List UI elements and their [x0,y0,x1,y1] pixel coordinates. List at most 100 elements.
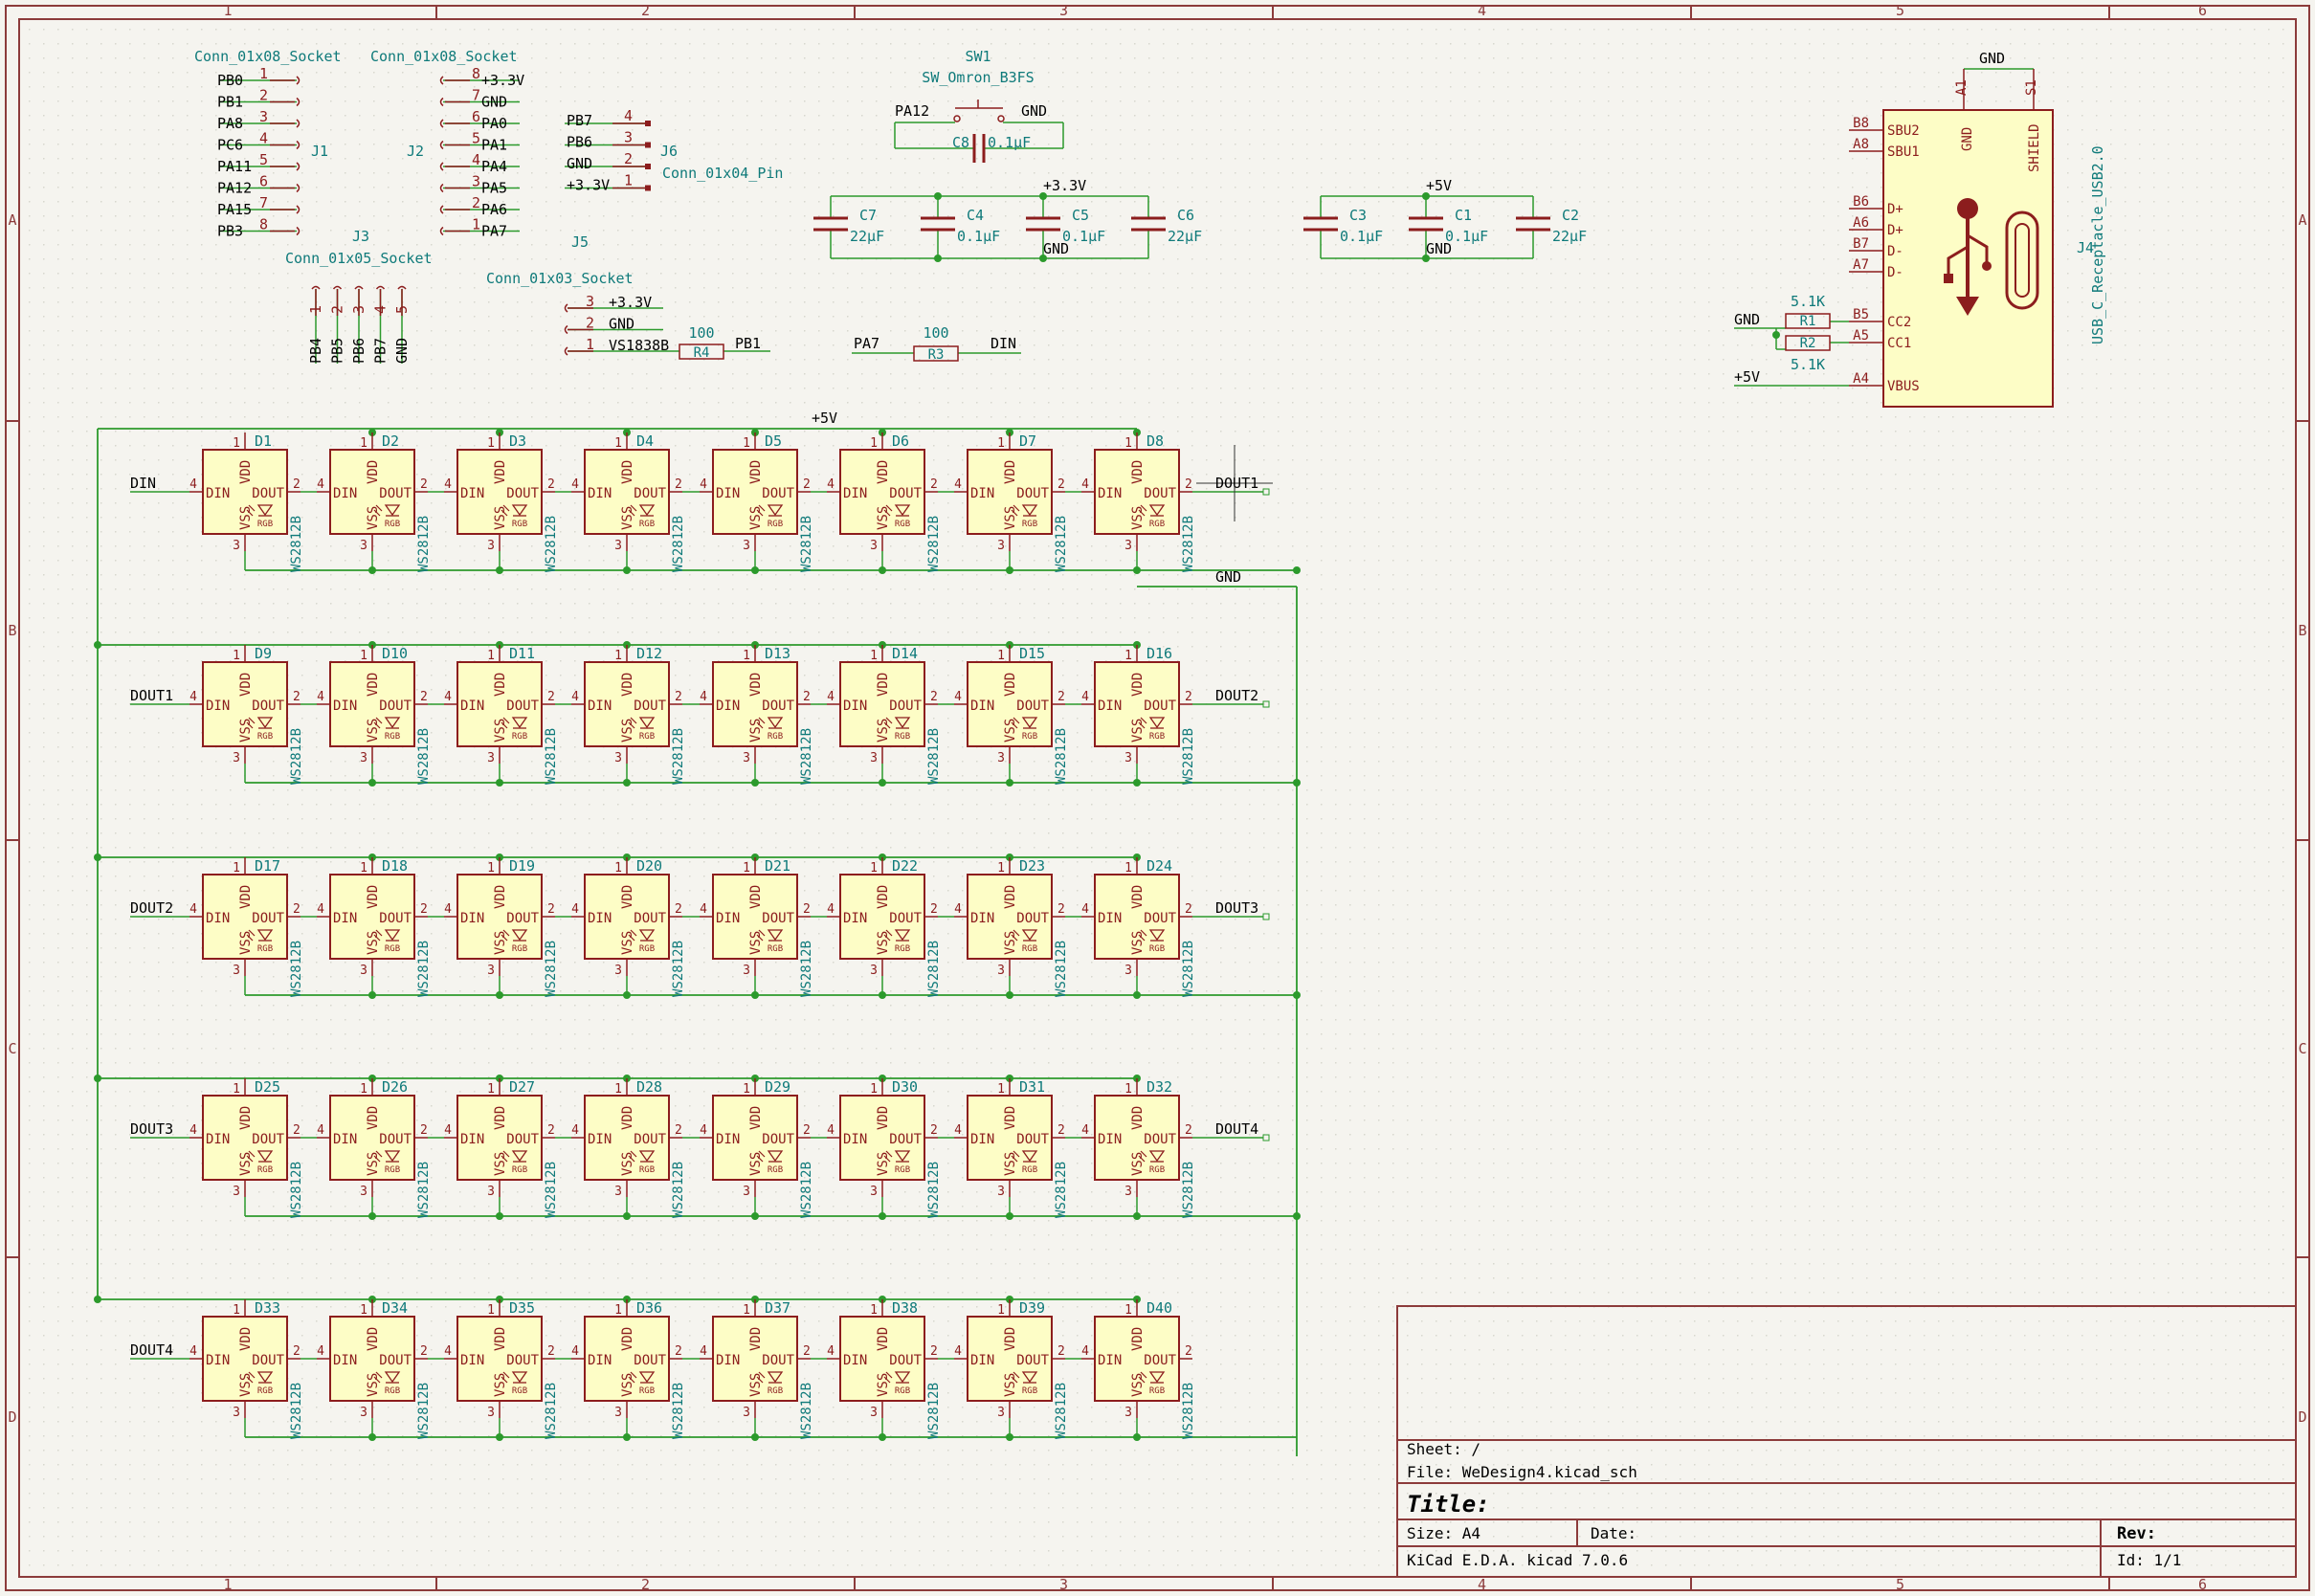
pin-num-vss: 3 [233,1406,240,1420]
pin-num-din: 4 [954,902,962,917]
pin-name-vdd: VDD [876,1106,891,1130]
pin-name-dout: DOUT [252,1353,284,1368]
led-value: WS2812B [416,728,432,785]
led-vcc-net: +5V [812,410,837,427]
j2-net: PA5 [481,180,507,197]
row-out-net: DOUT2 [1215,687,1258,704]
pin-num-vss: 3 [614,1406,622,1420]
pin-name-dout: DOUT [506,1353,539,1368]
pin-num-din: 4 [571,690,579,704]
r3-net-in: PA7 [854,335,879,352]
bank2-bot-net: GND [1426,240,1452,257]
pin-name-dout: DOUT [506,486,539,501]
pin-name-vdd: VDD [1130,885,1146,909]
led-value: WS2812B [671,516,686,572]
pin-name-dout: DOUT [379,1353,412,1368]
led-ref: D36 [636,1299,662,1317]
led-value: WS2812B [289,1383,304,1439]
pin-name-vss: VSS [876,1152,891,1176]
usb-pin-num: A6 [1853,215,1869,231]
led-value: WS2812B [1054,1383,1069,1439]
pin-num-vdd: 1 [997,1082,1005,1097]
led-ref: D2 [382,432,399,450]
pin-num-din: 4 [1081,690,1089,704]
pin-num-vss: 3 [233,1185,240,1199]
pin-num-vdd: 1 [1124,1082,1132,1097]
bank1-top-net: +3.3V [1043,177,1086,194]
col-label-top: 5 [1896,2,1904,19]
pin-num-vdd: 1 [1124,861,1132,876]
pin-num-vss: 3 [487,539,495,553]
junction-dot [496,1433,503,1441]
pin-name-vdd: VDD [748,1106,764,1130]
pin-num-vdd: 1 [870,1082,878,1097]
led-ref: D8 [1146,432,1164,450]
pin-name-vss: VSS [493,506,508,530]
usb-pin-num: A7 [1853,257,1869,273]
led-value: WS2812B [926,941,942,997]
rgb-label: RGB [768,1386,783,1396]
pin-num-dout: 2 [293,1123,301,1138]
usb-pin-name: D- [1887,244,1903,259]
j1-net: PA8 [217,115,243,132]
led-value: WS2812B [671,728,686,785]
pin-name-dout: DOUT [1144,911,1176,926]
junction-dot [1293,566,1301,574]
rgb-label: RGB [257,520,273,529]
j1-net: PA12 [217,180,252,197]
pin-num-din: 4 [571,1123,579,1138]
led-ref: D29 [765,1078,790,1096]
usb-value: USB_C_Receptacle_USB2.0 [2089,145,2106,344]
pin-name-vss: VSS [1003,1373,1018,1397]
pin-name-vss: VSS [876,1373,891,1397]
pin-num-din: 4 [444,690,452,704]
j2-net: PA4 [481,158,507,175]
r4-value: 100 [688,324,714,342]
j2-pin-num: 5 [472,130,480,147]
pin-num-dout: 2 [1057,477,1065,492]
pin-name-dout: DOUT [506,698,539,714]
pin-name-vss: VSS [748,1373,764,1397]
pin-name-dout: DOUT [252,1132,284,1147]
schematic-canvas[interactable]: 1 1 2 2 3 3 4 4 5 5 6 6 A A B B C C D D Conn_01x08_Socket PB… [0,0,2315,1596]
pin-name-din: DIN [333,698,357,714]
led-ref: D17 [255,857,280,875]
led-value: WS2812B [926,1162,942,1218]
led-ref: D31 [1019,1078,1045,1096]
pin-num-vdd: 1 [233,436,240,451]
pin-name-dout: DOUT [379,1132,412,1147]
pin-name-din: DIN [843,911,867,926]
j3-ref: J3 [352,228,369,245]
pin-num-din: 4 [827,1344,835,1359]
led-ref: D27 [509,1078,535,1096]
pin-name-dout: DOUT [634,486,666,501]
pin-name-din: DIN [1098,486,1122,501]
led-ref: D14 [892,645,918,662]
pin-name-dout: DOUT [1016,698,1049,714]
tb-tool: KiCad E.D.A. kicad 7.0.6 [1407,1551,1628,1569]
pin-name-vss: VSS [1130,931,1146,955]
j3-value: Conn_01x05_Socket [285,250,433,267]
pin-num-vdd: 1 [997,436,1005,451]
j1-ref: J1 [311,143,328,160]
usb-pin-num: A1 [1954,79,1970,96]
usb-pin-name: SHIELD [2027,123,2042,172]
pin-name-din: DIN [588,698,612,714]
led-value: WS2812B [1054,1162,1069,1218]
pin-name-din: DIN [970,698,994,714]
pin-name-vdd: VDD [1130,1106,1146,1130]
rgb-label: RGB [385,1386,400,1396]
rgb-label: RGB [639,732,655,742]
usb-logo [1944,274,1953,283]
pin-name-vdd: VDD [620,1106,635,1130]
pin-num-din: 4 [317,477,324,492]
pin-num-vss: 3 [997,964,1005,978]
j2-pin-num: 4 [472,151,480,168]
pin-num-dout: 2 [675,477,682,492]
pin-name-vss: VSS [493,931,508,955]
led-ref: D34 [382,1299,408,1317]
j6-ref: J6 [660,143,678,160]
pin-name-vdd: VDD [1130,1327,1146,1351]
pin-name-vss: VSS [238,506,254,530]
pin-num-vss: 3 [1124,964,1132,978]
